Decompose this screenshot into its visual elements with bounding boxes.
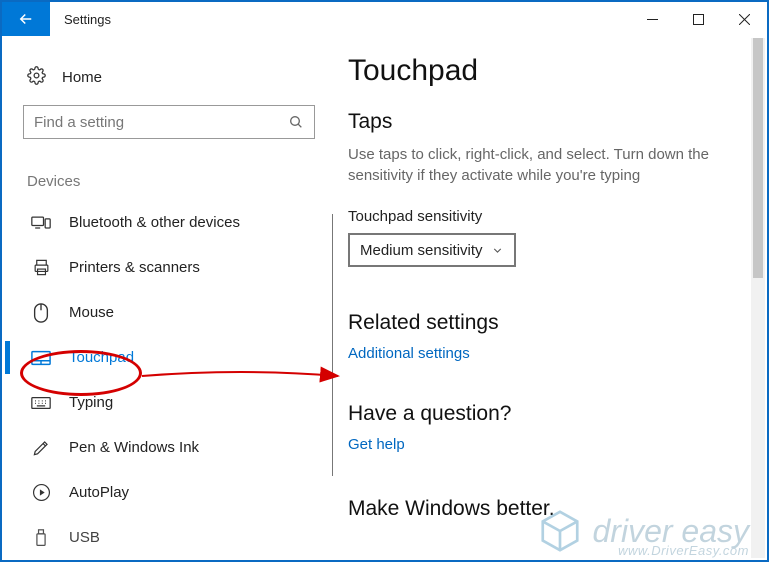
keyboard-icon xyxy=(31,396,51,410)
minimize-icon xyxy=(647,14,658,25)
titlebar: Settings xyxy=(2,2,767,36)
sensitivity-dropdown[interactable]: Medium sensitivity xyxy=(348,233,516,267)
sidebar-item-bluetooth[interactable]: Bluetooth & other devices xyxy=(21,200,316,245)
mouse-icon xyxy=(31,303,51,323)
sidebar-item-label: USB xyxy=(69,529,100,546)
search-box[interactable] xyxy=(23,105,314,139)
taps-description: Use taps to click, right-click, and sele… xyxy=(348,144,728,186)
sidebar: Home Devices Bluetooth & other devices P… xyxy=(2,36,328,560)
home-button[interactable]: Home xyxy=(21,58,316,97)
scrollbar[interactable] xyxy=(751,38,765,558)
home-label: Home xyxy=(62,69,102,86)
close-button[interactable] xyxy=(721,2,767,36)
section-question: Have a question? xyxy=(348,402,751,426)
search-input[interactable] xyxy=(34,114,288,131)
maximize-icon xyxy=(693,14,704,25)
gear-icon xyxy=(27,66,46,89)
touchpad-icon xyxy=(31,350,51,366)
group-label: Devices xyxy=(27,173,316,190)
sidebar-item-pen[interactable]: Pen & Windows Ink xyxy=(21,425,316,470)
additional-settings-link[interactable]: Additional settings xyxy=(348,345,751,362)
autoplay-icon xyxy=(31,483,51,502)
sidebar-item-printers[interactable]: Printers & scanners xyxy=(21,245,316,290)
window-body: Home Devices Bluetooth & other devices P… xyxy=(2,36,767,560)
sidebar-item-label: Pen & Windows Ink xyxy=(69,439,199,456)
sidebar-item-label: Typing xyxy=(69,394,113,411)
section-taps: Taps xyxy=(348,110,751,134)
sidebar-item-usb[interactable]: USB xyxy=(21,515,316,560)
sidebar-item-touchpad[interactable]: Touchpad xyxy=(21,335,316,380)
minimize-button[interactable] xyxy=(629,2,675,36)
sidebar-item-label: Printers & scanners xyxy=(69,259,200,276)
sidebar-item-label: Bluetooth & other devices xyxy=(69,214,240,231)
get-help-link[interactable]: Get help xyxy=(348,436,751,453)
sidebar-item-label: Touchpad xyxy=(69,349,134,366)
back-button[interactable] xyxy=(2,2,50,36)
search-icon xyxy=(288,114,304,130)
sidebar-item-autoplay[interactable]: AutoPlay xyxy=(21,470,316,515)
sidebar-item-mouse[interactable]: Mouse xyxy=(21,290,316,335)
window-title: Settings xyxy=(50,2,125,36)
sensitivity-value: Medium sensitivity xyxy=(360,242,483,259)
usb-icon xyxy=(31,529,51,547)
settings-window: Settings Home Devi xyxy=(0,0,769,562)
section-related: Related settings xyxy=(348,311,751,335)
sidebar-item-typing[interactable]: Typing xyxy=(21,380,316,425)
maximize-button[interactable] xyxy=(675,2,721,36)
section-better: Make Windows better. xyxy=(348,497,751,521)
content-pane: Touchpad Taps Use taps to click, right-c… xyxy=(328,36,767,560)
page-title: Touchpad xyxy=(348,54,751,88)
sidebar-item-label: Mouse xyxy=(69,304,114,321)
sidebar-item-label: AutoPlay xyxy=(69,484,129,501)
scrollbar-thumb[interactable] xyxy=(753,38,763,278)
close-icon xyxy=(739,14,750,25)
arrow-left-icon xyxy=(17,10,35,28)
pen-icon xyxy=(31,438,51,457)
chevron-down-icon xyxy=(491,244,504,257)
printer-icon xyxy=(31,258,51,277)
sensitivity-label: Touchpad sensitivity xyxy=(348,208,751,225)
devices-icon xyxy=(31,214,51,232)
